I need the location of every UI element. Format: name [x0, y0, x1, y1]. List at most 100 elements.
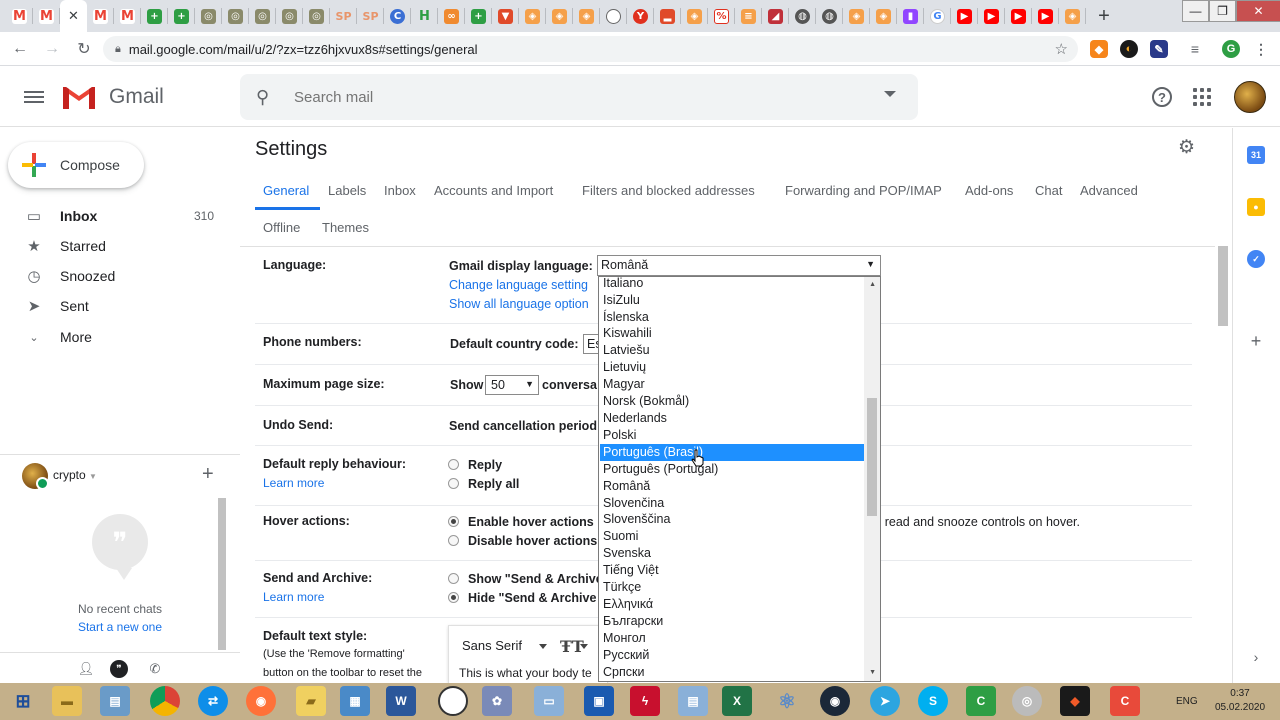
gear-icon[interactable]: ⚙ [1178, 136, 1195, 159]
language-option[interactable]: Italiano [600, 277, 864, 292]
tab-chat[interactable]: Chat [1035, 183, 1062, 198]
close-window-button[interactable]: ✕ [1236, 0, 1280, 22]
browser-tab[interactable]: H [411, 0, 438, 32]
disable-hover-radio[interactable] [448, 535, 459, 546]
search-input[interactable] [294, 88, 854, 106]
text-style-editor[interactable]: Sans Serif ŦT This is what your body te [448, 625, 608, 683]
compose-button[interactable]: Compose [8, 142, 144, 188]
search-options-icon[interactable] [884, 91, 896, 97]
browser-tab[interactable]: ◈ [519, 0, 546, 32]
minimize-button[interactable]: — [1182, 0, 1209, 22]
browser-tab[interactable]: ◈ [681, 0, 708, 32]
input-language[interactable]: ENG [1176, 696, 1198, 707]
browser-tab[interactable]: M [33, 0, 60, 32]
new-chat-plus-icon[interactable]: + [202, 463, 214, 486]
person-icon[interactable]: 👤︎ [77, 660, 95, 678]
scroll-up-icon[interactable]: ▲ [869, 281, 876, 288]
back-icon[interactable]: ← [6, 35, 34, 63]
search-bar[interactable]: ⚲ [240, 74, 918, 120]
language-option[interactable]: Lietuvių [600, 359, 864, 376]
media-icon[interactable]: ≡ [1186, 40, 1204, 58]
photos-icon[interactable]: ▦ [340, 686, 370, 716]
language-option[interactable]: Türkçe [600, 579, 864, 596]
reply-radio[interactable] [448, 459, 459, 470]
language-option[interactable]: Română [600, 478, 864, 495]
browser-tab[interactable]: M [6, 0, 33, 32]
language-option[interactable]: IsiZulu [600, 292, 864, 309]
language-dropdown-list[interactable]: Italiano IsiZulu Íslenska Kiswahili Latv… [598, 276, 881, 682]
reply-all-radio[interactable] [448, 478, 459, 489]
language-option[interactable]: Nederlands [600, 410, 864, 427]
browser-tab[interactable]: SP [357, 0, 384, 32]
browser-tab[interactable]: ∞ [438, 0, 465, 32]
language-option[interactable]: Polski [600, 427, 864, 444]
language-option[interactable]: Српски [600, 664, 864, 681]
screen-icon[interactable]: ▭ [534, 686, 564, 716]
skype-icon[interactable]: S [918, 686, 948, 716]
language-option[interactable]: Tiếng Việt [600, 562, 864, 579]
scroll-down-icon[interactable]: ▼ [869, 669, 876, 676]
language-option[interactable]: Magyar [600, 376, 864, 393]
browser-tab[interactable]: SP [330, 0, 357, 32]
browser-tab[interactable]: C [384, 0, 411, 32]
file-explorer-icon[interactable]: ▬ [52, 686, 82, 716]
page-size-select[interactable]: 50 ▼ [485, 375, 539, 395]
language-select[interactable]: Română ▼ [597, 255, 881, 276]
browser-tab[interactable]: ▶ [1032, 0, 1059, 32]
browser-tab[interactable]: + [465, 0, 492, 32]
show-all-languages-link[interactable]: Show all language option [449, 297, 589, 311]
tab-addons[interactable]: Add-ons [965, 183, 1013, 198]
browser-tab[interactable]: ◈ [546, 0, 573, 32]
sidebar-item-snoozed[interactable]: ◷ Snoozed [0, 261, 240, 291]
browser-tab[interactable]: ◎ [195, 0, 222, 32]
language-option[interactable]: Монгол [600, 630, 864, 647]
enable-hover-radio[interactable] [448, 516, 459, 527]
google-apps-icon[interactable] [1193, 88, 1211, 106]
language-option[interactable]: Slovenščina [600, 511, 864, 528]
chevron-right-icon[interactable]: › [1247, 648, 1265, 666]
browser-tab[interactable]: ◈ [573, 0, 600, 32]
page-scrollbar[interactable] [1218, 246, 1228, 326]
firefox-icon[interactable]: ◉ [246, 686, 276, 716]
close-tab-icon[interactable]: ✕ [66, 9, 81, 24]
virtualbox-icon[interactable]: ▣ [584, 686, 614, 716]
cd-icon[interactable]: ◎ [1012, 686, 1042, 716]
browser-tab[interactable]: ▶ [951, 0, 978, 32]
browser-tab[interactable]: ◎ [303, 0, 330, 32]
dropdown-scrollbar[interactable]: ▲ ▼ [864, 277, 880, 681]
extension-icon[interactable]: G [1222, 40, 1240, 58]
paint-icon[interactable]: ✿ [482, 686, 512, 716]
language-option[interactable]: Suomi [600, 528, 864, 545]
tab-themes[interactable]: Themes [322, 220, 369, 235]
steam-icon[interactable]: ◉ [820, 686, 850, 716]
browser-tab[interactable]: ▶ [978, 0, 1005, 32]
extension-icon[interactable]: ◐ [1120, 40, 1138, 58]
notepad-icon[interactable]: ▤ [100, 686, 130, 716]
tab-forwarding[interactable]: Forwarding and POP/IMAP [785, 183, 942, 198]
hangouts-username[interactable]: crypto ▼ [53, 468, 97, 482]
browser-tab[interactable]: ▶ [1005, 0, 1032, 32]
telegram-icon[interactable]: ➤ [870, 686, 900, 716]
hangouts-avatar[interactable] [22, 463, 49, 490]
language-option[interactable]: Ελληνικά [600, 596, 864, 613]
browser-tab[interactable]: G [924, 0, 951, 32]
calendar-icon[interactable]: 31 [1247, 146, 1265, 164]
chrome-icon[interactable] [150, 686, 180, 716]
system-clock[interactable]: 0:37 05.02.2020 [1215, 687, 1265, 715]
browser-tab[interactable]: + [168, 0, 195, 32]
language-option[interactable]: Kiswahili [600, 325, 864, 342]
tab-labels[interactable]: Labels [328, 183, 366, 198]
metamask-icon[interactable]: ◆ [1090, 40, 1108, 58]
address-bar[interactable]: 🔒︎ mail.google.com/mail/u/2/?zx=tzz6hjxv… [103, 36, 1078, 62]
language-option[interactable]: Íslenska [600, 309, 864, 326]
browser-tab[interactable]: ◎ [249, 0, 276, 32]
hangouts-icon[interactable]: ❞ [110, 660, 128, 678]
tab-filters[interactable]: Filters and blocked addresses [582, 183, 755, 198]
browser-tab[interactable]: ◍ [816, 0, 843, 32]
reload-icon[interactable]: ↻ [70, 35, 98, 63]
language-option[interactable]: Slovenčina [600, 495, 864, 512]
tab-inbox[interactable]: Inbox [384, 183, 416, 198]
tab-offline[interactable]: Offline [263, 220, 300, 235]
tab-advanced[interactable]: Advanced [1080, 183, 1138, 198]
scrollbar-thumb[interactable] [867, 398, 877, 516]
